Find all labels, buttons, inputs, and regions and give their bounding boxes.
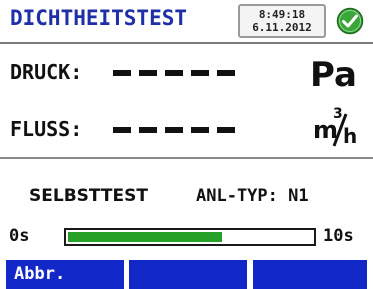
clock-display: 8:49:18 6.11.2012 <box>238 4 326 38</box>
flow-unit: m 3 h <box>313 106 361 150</box>
softkey-abort-button[interactable]: Abbr. <box>6 260 124 289</box>
pressure-label: DRUCK: <box>10 60 83 84</box>
header-divider <box>0 42 373 44</box>
test-mode-label: SELBSTTEST <box>29 186 148 206</box>
clock-date: 6.11.2012 <box>252 21 312 34</box>
system-type-label: ANL-TYP: N1 <box>196 186 309 206</box>
clock-time: 8:49:18 <box>258 8 306 21</box>
check-circle-icon <box>336 7 364 35</box>
flow-label: FLUSS: <box>10 117 83 141</box>
flow-unit-denominator: h <box>343 124 358 148</box>
screen-title: DICHTHEITSTEST <box>10 6 188 30</box>
progress-end-label: 10s <box>323 226 354 246</box>
section-divider <box>0 157 373 159</box>
pressure-unit: Pa <box>310 55 357 95</box>
softkey-2-button[interactable] <box>129 260 247 289</box>
progress-fill <box>68 232 222 242</box>
progress-start-label: 0s <box>9 226 30 246</box>
test-progress-bar <box>64 228 316 246</box>
softkey-3-button[interactable] <box>253 260 367 289</box>
